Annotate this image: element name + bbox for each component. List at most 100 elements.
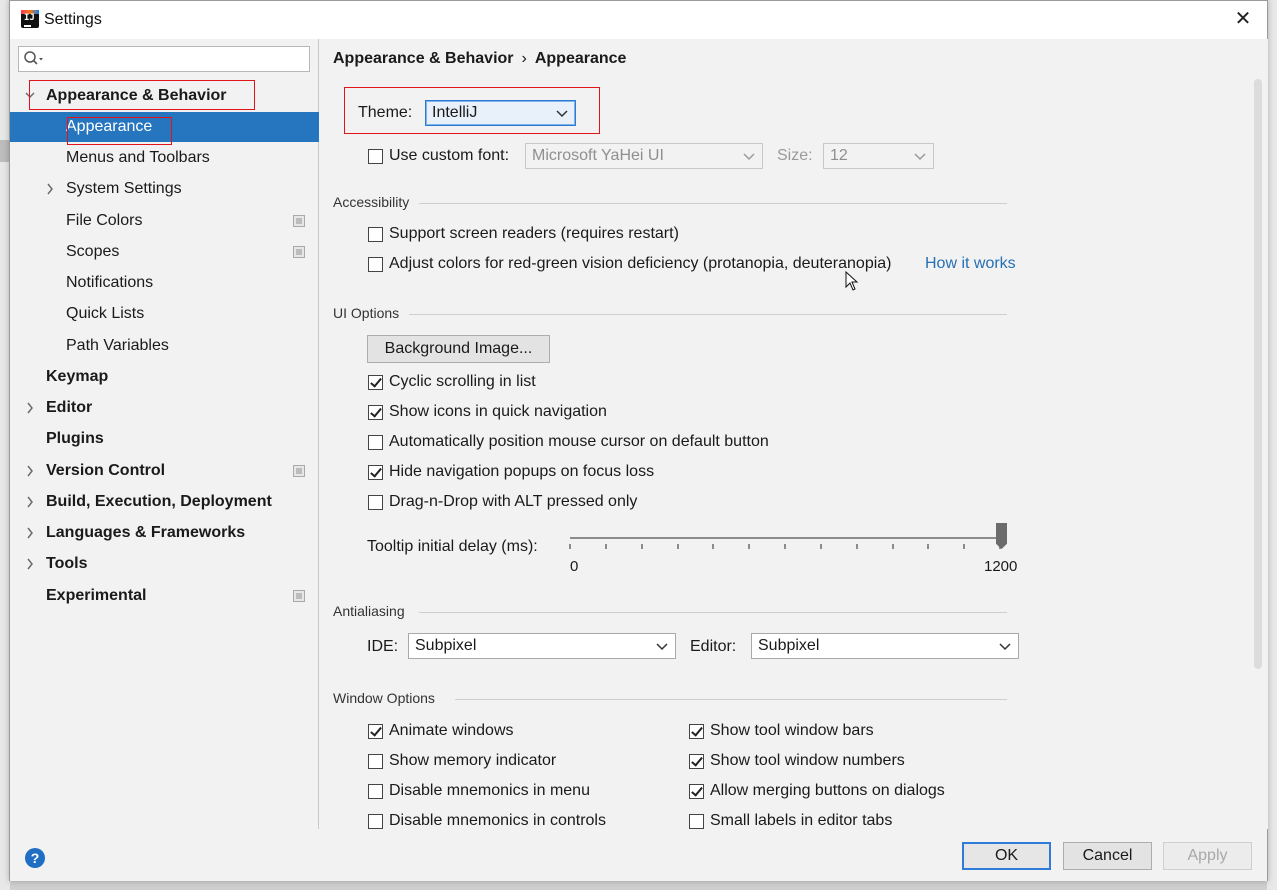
breadcrumb-separator: › — [521, 50, 527, 67]
sidebar-item-label: Tools — [46, 555, 88, 572]
window-option-checkbox[interactable] — [689, 754, 704, 769]
how-it-works-link[interactable]: How it works — [925, 255, 1016, 273]
ui-option-checkbox[interactable] — [368, 375, 383, 390]
sidebar-item-label: Experimental — [46, 587, 147, 604]
cancel-button[interactable]: Cancel — [1063, 842, 1152, 870]
sidebar-item-label: File Colors — [66, 212, 143, 229]
sidebar-item-label: Keymap — [46, 368, 109, 385]
project-level-icon — [293, 590, 305, 602]
sidebar-item[interactable]: Languages & Frameworks — [10, 518, 319, 548]
sidebar-item-label: Path Variables — [66, 337, 169, 354]
settings-dialog: IJ Settings ✕ Appearance & Behavior Appea… — [9, 0, 1268, 881]
sidebar-item[interactable]: Appearance & Behavior — [10, 81, 319, 111]
editor-label: Editor: — [690, 638, 737, 655]
ui-options-title: UI Options — [333, 305, 400, 321]
sidebar-item-label: Editor — [46, 399, 93, 416]
theme-select[interactable]: IntelliJ — [425, 100, 576, 126]
ui-option-label: Show icons in quick navigation — [389, 403, 607, 420]
section-divider — [455, 699, 1007, 700]
sidebar-item[interactable]: Experimental — [10, 581, 319, 611]
window-options-section: Window Options — [333, 690, 1007, 710]
custom-font-checkbox[interactable] — [368, 149, 383, 164]
color-deficiency-checkbox[interactable] — [368, 257, 383, 272]
sidebar-item[interactable]: Scopes — [10, 237, 319, 267]
window-option-checkbox[interactable] — [689, 814, 704, 829]
ui-option-label: Automatically position mouse cursor on d… — [389, 433, 769, 450]
ui-option-checkbox[interactable] — [368, 465, 383, 480]
search-icon — [24, 51, 43, 65]
window-option-checkbox[interactable] — [368, 724, 383, 739]
ui-option-label: Cyclic scrolling in list — [389, 373, 536, 390]
slider-tick — [712, 544, 714, 549]
ide-label: IDE: — [367, 638, 399, 655]
project-level-icon — [293, 465, 305, 477]
background-image-button[interactable]: Background Image... — [367, 335, 550, 363]
sidebar-item[interactable]: Path Variables — [10, 331, 319, 361]
sidebar-item[interactable]: System Settings — [10, 174, 319, 204]
ui-option-checkbox[interactable] — [368, 405, 383, 420]
close-icon[interactable]: ✕ — [1231, 7, 1255, 31]
sidebar-item-label: Plugins — [46, 430, 104, 447]
sidebar-item[interactable]: Plugins — [10, 424, 319, 454]
slider-tick — [605, 544, 607, 549]
project-level-icon — [293, 215, 305, 227]
sidebar-item-label: Appearance & Behavior — [46, 87, 227, 104]
slider-tick — [892, 544, 894, 549]
dialog-footer: ? OK Cancel Apply — [10, 829, 1267, 881]
sidebar-item[interactable]: Appearance — [10, 112, 319, 142]
sidebar-item-label: Scopes — [66, 243, 120, 260]
window-option-label: Allow merging buttons on dialogs — [710, 782, 945, 799]
window-option-checkbox[interactable] — [368, 754, 383, 769]
content-scrollbar[interactable] — [1254, 79, 1262, 669]
antialiasing-title: Antialiasing — [333, 603, 405, 619]
sidebar-item-label: Menus and Toolbars — [66, 149, 210, 166]
help-icon[interactable]: ? — [25, 848, 45, 868]
font-size-select[interactable]: 12 — [823, 143, 934, 169]
chevron-down-icon — [556, 110, 568, 118]
slider-tick — [784, 544, 786, 549]
font-select[interactable]: Microsoft YaHei UI — [525, 143, 763, 169]
window-option-checkbox[interactable] — [368, 784, 383, 799]
accessibility-section: Accessibility — [333, 194, 1007, 214]
breadcrumb-parent[interactable]: Appearance & Behavior — [333, 50, 514, 67]
section-divider — [409, 314, 1007, 315]
sidebar-item[interactable]: Editor — [10, 393, 319, 423]
window-option-label: Disable mnemonics in controls — [389, 812, 606, 829]
breadcrumb: Appearance & Behavior › Appearance — [333, 50, 626, 68]
ui-option-checkbox[interactable] — [368, 435, 383, 450]
sidebar-item[interactable]: Menus and Toolbars — [10, 143, 319, 173]
ok-button[interactable]: OK — [962, 842, 1051, 870]
section-divider — [419, 612, 1007, 613]
ide-antialiasing-select[interactable]: Subpixel — [408, 633, 676, 659]
ui-option-checkbox[interactable] — [368, 495, 383, 510]
window-option-checkbox[interactable] — [689, 724, 704, 739]
window-option-checkbox[interactable] — [689, 784, 704, 799]
sidebar-item[interactable]: Notifications — [10, 268, 319, 298]
chevron-down-icon — [999, 643, 1011, 651]
font-size-value: 12 — [830, 147, 848, 164]
sidebar-item-label: Languages & Frameworks — [46, 524, 246, 541]
sidebar-item[interactable]: Tools — [10, 549, 319, 579]
chevron-down-icon — [743, 153, 755, 161]
window-option-label: Show memory indicator — [389, 752, 557, 769]
chevron-down-icon — [656, 643, 668, 651]
background-window-edge-right — [1267, 0, 1277, 890]
sidebar-item[interactable]: Version Control — [10, 456, 319, 486]
slider-tick — [927, 544, 929, 549]
sidebar-item[interactable]: File Colors — [10, 206, 319, 236]
slider-tick — [963, 544, 965, 549]
sidebar-item[interactable]: Keymap — [10, 362, 319, 392]
apply-button[interactable]: Apply — [1163, 842, 1252, 870]
sidebar-item[interactable]: Build, Execution, Deployment — [10, 487, 319, 517]
search-input[interactable] — [49, 49, 304, 69]
tooltip-delay-label: Tooltip initial delay (ms): — [367, 538, 538, 555]
sidebar-item[interactable]: Quick Lists — [10, 299, 319, 329]
window-title: Settings — [44, 11, 102, 28]
slider-thumb[interactable] — [996, 523, 1007, 549]
window-option-checkbox[interactable] — [368, 814, 383, 829]
screen-readers-checkbox[interactable] — [368, 227, 383, 242]
project-level-icon — [293, 246, 305, 258]
slider-max-label: 1200 — [984, 558, 1018, 575]
search-field[interactable] — [18, 46, 310, 72]
editor-antialiasing-select[interactable]: Subpixel — [751, 633, 1019, 659]
